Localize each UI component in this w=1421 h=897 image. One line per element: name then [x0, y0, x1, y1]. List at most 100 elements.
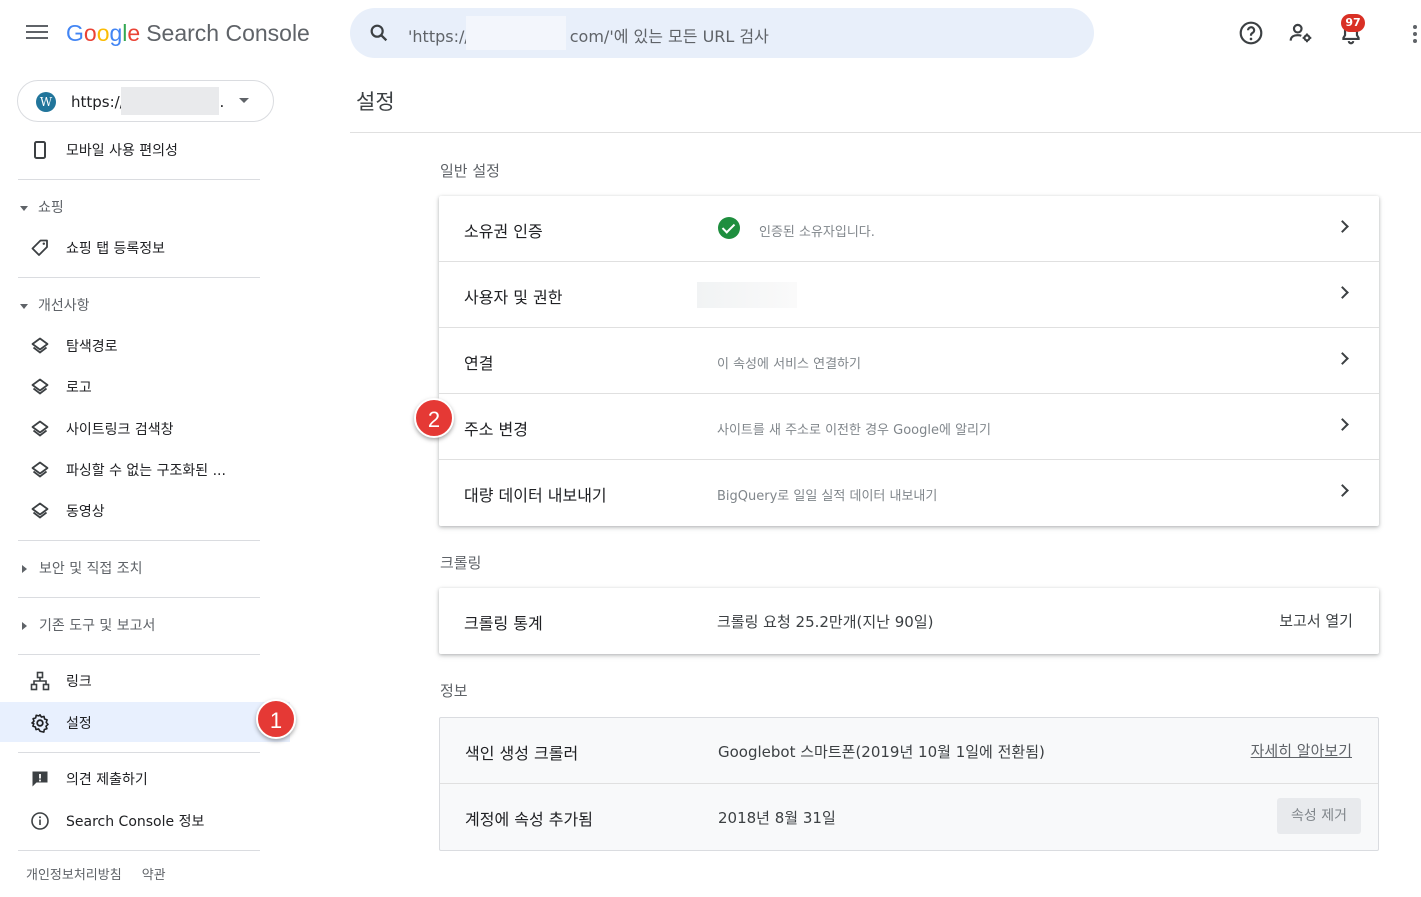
expand-more-icon	[22, 622, 27, 630]
notification-count-badge: 97	[1341, 14, 1365, 32]
step-marker-2: 2	[414, 398, 454, 438]
row-value: 크롤링 요청 25.2만개(지난 90일)	[717, 613, 934, 631]
layers-icon	[31, 420, 49, 437]
redaction-mask	[121, 87, 219, 115]
settings-row-ownership[interactable]: 소유권 인증 인증된 소유자입니다.	[439, 196, 1379, 262]
nav-item-settings[interactable]: 설정	[0, 702, 290, 742]
settings-row-indexing-crawler: 색인 생성 크롤러 Googlebot 스마트폰(2019년 10월 1일에 전…	[440, 718, 1378, 784]
logo-letter: g	[109, 20, 123, 46]
layers-icon	[31, 337, 49, 354]
nav-item-shopping-tab[interactable]: 쇼핑 탭 등록정보	[0, 227, 290, 267]
feedback-icon	[32, 771, 48, 787]
row-label: 연결	[464, 354, 494, 373]
row-label: 주소 변경	[464, 420, 528, 439]
property-selector[interactable]: W https://..	[17, 80, 274, 122]
nav-item-sitelinks-searchbox[interactable]: 사이트링크 검색창	[0, 408, 290, 448]
chevron-right-icon	[1336, 220, 1349, 233]
nav-item-about-search-console[interactable]: Search Console 정보	[0, 800, 290, 840]
check-circle-icon	[718, 217, 740, 239]
terms-link[interactable]: 약관	[142, 868, 166, 883]
redaction-mask	[466, 16, 566, 50]
settings-row-property-added: 계정에 속성 추가됨 2018년 8월 31일 속성 제거	[440, 784, 1378, 850]
row-label: 계정에 속성 추가됨	[465, 810, 593, 829]
logo-letter: o	[96, 20, 110, 46]
about-card: 색인 생성 크롤러 Googlebot 스마트폰(2019년 10월 1일에 전…	[439, 717, 1379, 851]
gear-icon	[31, 714, 49, 733]
nav-section-label: 기존 도구 및 보고서	[39, 618, 156, 634]
sitemap-icon	[30, 671, 50, 691]
nav-section-enhancements[interactable]: 개선사항	[20, 295, 90, 315]
nav-item-unparsable-structured-data[interactable]: 파싱할 수 없는 구조화된 ...	[0, 449, 290, 489]
nav-section-label: 보안 및 직접 조치	[39, 561, 143, 577]
row-label: 색인 생성 크롤러	[465, 744, 579, 763]
nav-item-label: 링크	[66, 674, 92, 690]
smartphone-icon	[34, 141, 46, 159]
more-vert-icon[interactable]	[1413, 25, 1419, 46]
nav-item-submit-feedback[interactable]: 의견 제출하기	[0, 758, 290, 798]
menu-icon[interactable]	[24, 22, 50, 44]
nav-section-security[interactable]: 보안 및 직접 조치	[20, 558, 143, 578]
nav-section-legacy-tools[interactable]: 기존 도구 및 보고서	[20, 615, 155, 635]
divider	[350, 132, 1421, 133]
row-label: 크롤링 통계	[464, 614, 543, 633]
divider	[18, 277, 260, 278]
settings-row-crawl-stats[interactable]: 크롤링 통계 크롤링 요청 25.2만개(지난 90일) 보고서 열기	[439, 588, 1379, 654]
search-icon	[370, 24, 388, 42]
section-title-general: 일반 설정	[440, 162, 500, 180]
redaction-mask	[697, 282, 797, 308]
nav-item-breadcrumbs[interactable]: 탐색경로	[0, 325, 290, 365]
nav-item-mobile-usability[interactable]: 모바일 사용 편의성	[0, 129, 290, 169]
divider	[18, 850, 260, 851]
nav-section-shopping[interactable]: 쇼핑	[20, 197, 64, 217]
property-url-prefix: https://	[71, 93, 125, 111]
search-placeholder-prefix: 'https://	[408, 27, 470, 46]
nav-item-label: 쇼핑 탭 등록정보	[66, 241, 166, 257]
nav-item-label: Search Console 정보	[66, 814, 205, 830]
divider	[18, 654, 260, 655]
row-label: 사용자 및 권한	[464, 288, 563, 307]
layers-icon	[31, 461, 49, 478]
page-title: 설정	[356, 90, 395, 114]
settings-row-associations[interactable]: 연결 이 속성에 서비스 연결하기	[439, 328, 1379, 394]
row-value: Googlebot 스마트폰(2019년 10월 1일에 전환됨)	[718, 743, 1045, 761]
nav-item-label: 탐색경로	[66, 339, 118, 355]
chevron-right-icon	[1336, 418, 1349, 431]
url-inspection-search[interactable]: 'https:// com/'에 있는 모든 URL 검사	[350, 8, 1094, 58]
logo-product-name: Search Console	[146, 20, 310, 46]
chevron-right-icon	[1336, 352, 1349, 365]
row-value: 인증된 소유자입니다.	[759, 225, 875, 240]
remove-property-button[interactable]: 속성 제거	[1277, 798, 1361, 834]
chevron-right-icon	[1336, 484, 1349, 497]
settings-row-bulk-data-export[interactable]: 대량 데이터 내보내기 BigQuery로 일일 실적 데이터 내보내기	[439, 460, 1379, 526]
nav-item-logos[interactable]: 로고	[0, 366, 290, 406]
wordpress-icon: W	[36, 92, 56, 112]
chevron-right-icon	[1336, 286, 1349, 299]
row-value: 이 속성에 서비스 연결하기	[717, 357, 861, 372]
row-value: 사이트를 새 주소로 이전한 경우 Google에 알리기	[717, 423, 991, 438]
logo-letter: o	[83, 20, 97, 46]
nav-item-label: 설정	[66, 716, 92, 732]
search-placeholder[interactable]: 'https:// com/'에 있는 모든 URL 검사	[408, 23, 769, 47]
chevron-down-icon	[239, 98, 249, 103]
crawling-card: 크롤링 통계 크롤링 요청 25.2만개(지난 90일) 보고서 열기	[439, 588, 1379, 654]
privacy-link[interactable]: 개인정보처리방침	[26, 868, 122, 883]
settings-row-change-of-address[interactable]: 주소 변경 사이트를 새 주소로 이전한 경우 Google에 알리기	[439, 394, 1379, 460]
row-value: BigQuery로 일일 실적 데이터 내보내기	[717, 489, 938, 504]
app-logo[interactable]: Google Search Console	[66, 20, 310, 47]
divider	[18, 752, 260, 753]
layers-icon	[31, 502, 49, 519]
learn-more-link[interactable]: 자세히 알아보기	[1251, 740, 1352, 761]
nav-item-videos[interactable]: 동영상	[0, 490, 290, 530]
nav-item-label: 동영상	[66, 504, 105, 520]
info-icon	[31, 812, 49, 830]
settings-row-users-permissions[interactable]: 사용자 및 권한	[439, 262, 1379, 328]
top-app-bar: Google Search Console 'https:// com/'에 있는 …	[0, 0, 1421, 68]
nav-item-links[interactable]: 링크	[0, 660, 290, 700]
help-icon[interactable]	[1238, 20, 1264, 46]
open-report-button[interactable]: 보고서 열기	[1279, 610, 1353, 631]
nav-item-label: 의견 제출하기	[66, 772, 148, 788]
divider	[18, 540, 260, 541]
section-title-crawling: 크롤링	[440, 554, 482, 572]
manage-users-icon[interactable]	[1288, 20, 1314, 46]
nav-item-label: 사이트링크 검색창	[66, 422, 174, 438]
